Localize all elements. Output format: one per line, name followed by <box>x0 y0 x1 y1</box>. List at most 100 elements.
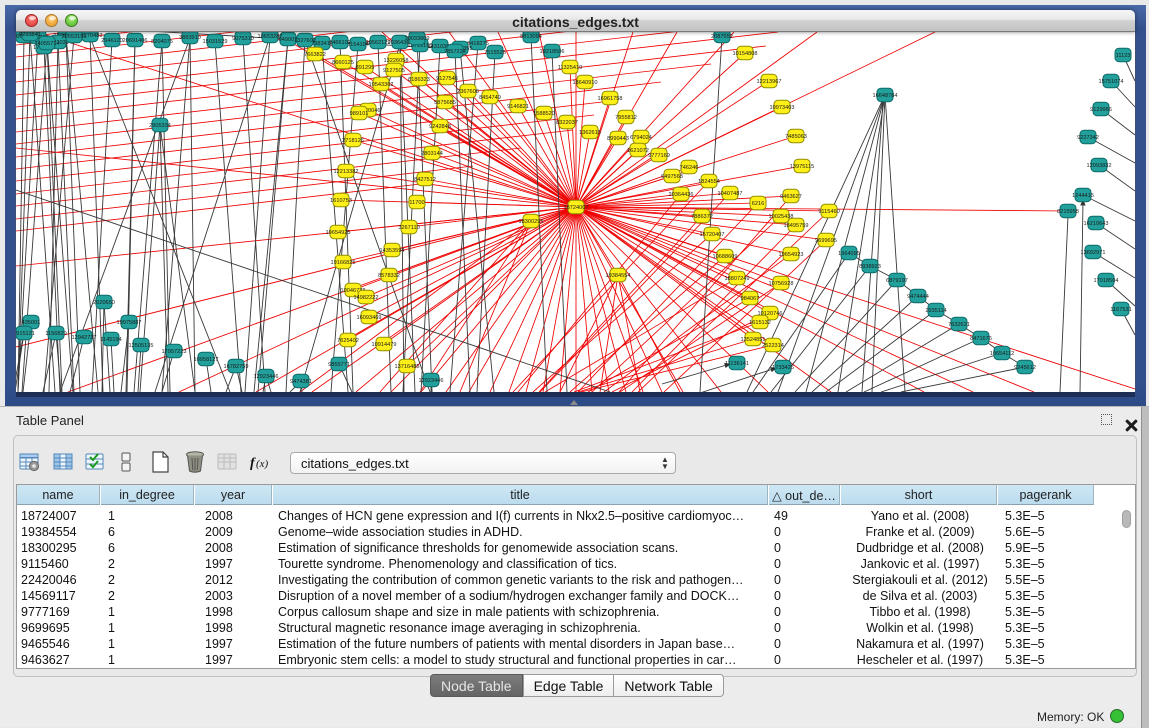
svg-text:7663822: 7663822 <box>304 52 326 58</box>
svg-text:3883910: 3883910 <box>179 35 201 41</box>
svg-text:11136141: 11136141 <box>725 361 749 367</box>
svg-text:7625402: 7625402 <box>337 338 359 344</box>
svg-text:2803144: 2803144 <box>421 151 443 157</box>
svg-text:8215958: 8215958 <box>1057 209 1079 215</box>
svg-text:1964095: 1964095 <box>838 251 860 257</box>
svg-text:9127546: 9127546 <box>436 76 458 82</box>
svg-text:6794024: 6794024 <box>630 135 652 141</box>
svg-text:8813094: 8813094 <box>520 34 542 40</box>
svg-text:6466102: 6466102 <box>329 40 351 46</box>
svg-text:9463627: 9463627 <box>780 194 802 200</box>
svg-text:8990443: 8990443 <box>607 136 629 142</box>
svg-text:16648784: 16648784 <box>873 93 898 99</box>
svg-text:12942737: 12942737 <box>72 335 97 341</box>
svg-text:9474444: 9474444 <box>907 294 929 300</box>
svg-text:12923446: 12923446 <box>419 378 444 384</box>
svg-text:7515526: 7515526 <box>484 50 506 56</box>
svg-text:20364436: 20364436 <box>669 192 694 198</box>
svg-text:2087652: 2087652 <box>711 34 733 40</box>
svg-text:14353594: 14353594 <box>380 248 405 254</box>
svg-text:9242848: 9242848 <box>429 124 451 130</box>
svg-text:19654923: 19654923 <box>779 252 804 258</box>
svg-text:10688609: 10688609 <box>713 254 738 260</box>
svg-text:989101: 989101 <box>350 111 369 117</box>
svg-text:746246: 746246 <box>680 165 699 171</box>
svg-text:1824554: 1824554 <box>698 179 720 185</box>
svg-text:1362615: 1362615 <box>579 130 601 136</box>
svg-text:8938923: 8938923 <box>859 264 881 270</box>
svg-text:18495759: 18495759 <box>784 223 809 229</box>
svg-text:16782759: 16782759 <box>224 364 249 370</box>
svg-text:14982222: 14982222 <box>354 295 379 301</box>
svg-text:10154808: 10154808 <box>733 51 758 57</box>
svg-text:1610753: 1610753 <box>330 198 352 204</box>
svg-text:9127505: 9127505 <box>383 68 405 74</box>
svg-text:3267110: 3267110 <box>398 225 419 231</box>
svg-text:8204075: 8204075 <box>151 39 173 45</box>
svg-text:9227342: 9227342 <box>1077 135 1099 141</box>
svg-text:7955812: 7955812 <box>615 115 637 121</box>
svg-text:2946120: 2946120 <box>101 38 123 44</box>
svg-text:9699695: 9699695 <box>815 238 837 244</box>
svg-text:15031529: 15031529 <box>203 39 228 45</box>
svg-text:9129966: 9129966 <box>1090 107 1112 113</box>
svg-text:2905334: 2905334 <box>149 123 171 129</box>
svg-text:10914479: 10914479 <box>372 342 397 348</box>
svg-text:1327602: 1327602 <box>294 38 316 44</box>
svg-text:2522314: 2522314 <box>762 343 784 349</box>
svg-text:15720407: 15720407 <box>700 232 725 238</box>
svg-text:13716485: 13716485 <box>395 364 420 370</box>
svg-text:19654925: 19654925 <box>326 230 351 236</box>
svg-text:10973403: 10973403 <box>770 105 795 111</box>
svg-text:8660125: 8660125 <box>332 60 354 66</box>
svg-text:2020650: 2020650 <box>93 300 115 306</box>
svg-text:11123: 11123 <box>1116 53 1131 59</box>
svg-text:14055714: 14055714 <box>35 41 60 47</box>
svg-text:1156829: 1156829 <box>45 331 66 337</box>
svg-text:10653287: 10653287 <box>258 34 283 40</box>
svg-text:11700: 11700 <box>409 200 424 206</box>
svg-text:10407487: 10407487 <box>718 191 743 197</box>
svg-text:3915121: 3915121 <box>16 331 35 337</box>
svg-text:1145194: 1145194 <box>100 337 121 343</box>
svg-text:10033809: 10033809 <box>405 36 430 42</box>
svg-text:435001: 435001 <box>22 320 41 326</box>
svg-text:2718126: 2718126 <box>342 138 364 144</box>
svg-text:8322037: 8322037 <box>556 120 578 126</box>
svg-text:17957223: 17957223 <box>162 349 187 355</box>
svg-text:9146821: 9146821 <box>507 104 529 110</box>
svg-text:19166825: 19166825 <box>331 260 356 266</box>
svg-text:1615132: 1615132 <box>749 320 771 326</box>
svg-text:16210643: 16210643 <box>1084 221 1109 227</box>
svg-text:12093832: 12093832 <box>1087 163 1112 169</box>
svg-text:12213382: 12213382 <box>334 169 359 175</box>
svg-text:1167531: 1167531 <box>1110 307 1131 313</box>
svg-text:12923446: 12923446 <box>254 374 279 380</box>
svg-text:9245612: 9245612 <box>1014 365 1036 371</box>
svg-text:2367608: 2367608 <box>457 89 479 95</box>
svg-text:18300295: 18300295 <box>519 219 544 225</box>
svg-text:8578332: 8578332 <box>378 273 400 279</box>
svg-text:7857224: 7857224 <box>444 49 466 55</box>
svg-text:19975887: 19975887 <box>117 320 142 326</box>
svg-text:16093469: 16093469 <box>357 315 382 321</box>
svg-text:1588520: 1588520 <box>533 111 555 117</box>
svg-text:1621072: 1621072 <box>627 148 649 154</box>
svg-text:5875685: 5875685 <box>434 100 456 106</box>
svg-text:10756928: 10756928 <box>769 281 794 287</box>
svg-text:7485063: 7485063 <box>785 134 807 140</box>
svg-text:8427512: 8427512 <box>414 177 436 183</box>
svg-text:9855771: 9855771 <box>328 362 350 368</box>
svg-text:8293841: 8293841 <box>19 32 41 38</box>
svg-text:10958127: 10958127 <box>194 357 219 363</box>
svg-text:9115460: 9115460 <box>818 209 839 215</box>
svg-text:19384554: 19384554 <box>606 273 631 279</box>
svg-text:11325419: 11325419 <box>558 65 582 71</box>
svg-text:9777169: 9777169 <box>648 153 670 159</box>
svg-text:7632621: 7632621 <box>948 322 970 328</box>
svg-text:9474381: 9474381 <box>290 379 312 385</box>
svg-text:18640910: 18640910 <box>573 80 598 86</box>
svg-text:10654112: 10654112 <box>990 351 1014 357</box>
svg-text:17018504: 17018504 <box>1094 278 1119 284</box>
svg-text:12213967: 12213967 <box>757 79 782 85</box>
